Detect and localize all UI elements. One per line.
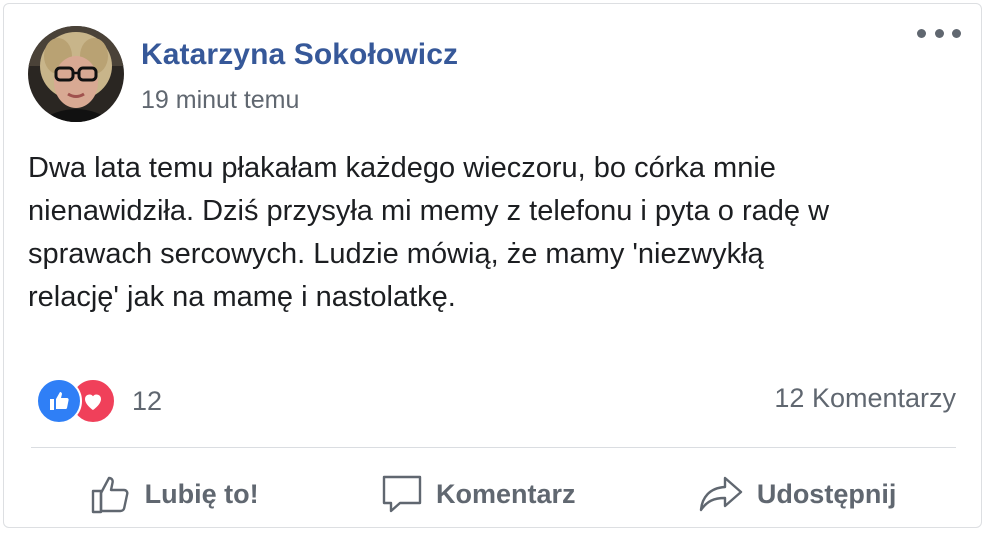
comment-button[interactable]: Komentarz [380,472,576,516]
more-options-icon[interactable] [917,22,961,44]
like-button[interactable]: Lubię to! [89,472,259,516]
reaction-count: 12 [132,385,163,416]
post-text: Dwa lata temu płakałam każdego wieczoru,… [28,152,830,313]
dot [934,28,944,38]
like-button-label: Lubię to! [144,478,259,509]
share-button[interactable]: Udostępnij [697,472,897,516]
author-name[interactable]: Katarzyna Sokołowicz [141,38,458,72]
avatar[interactable] [28,26,124,122]
dot [917,28,926,38]
share-arrow-icon [699,476,743,512]
share-button-label: Udostępnij [756,478,897,509]
reactions-summary[interactable]: 12 [36,378,162,424]
avatar-photo [28,26,124,122]
comments-count-link[interactable]: 12 Komentarzy [774,383,956,414]
divider [31,447,956,448]
like-icon [36,378,82,424]
post-timestamp[interactable]: 19 minut temu [141,86,299,115]
comment-icon [382,475,422,513]
thumbs-up-icon [91,476,129,514]
post-card: Katarzyna Sokołowicz 19 minut temu Dwa l… [3,3,982,528]
dot [952,28,961,38]
action-bar: Lubię to! Komentarz Udostępnij [28,459,957,529]
comment-button-label: Komentarz [435,478,576,509]
